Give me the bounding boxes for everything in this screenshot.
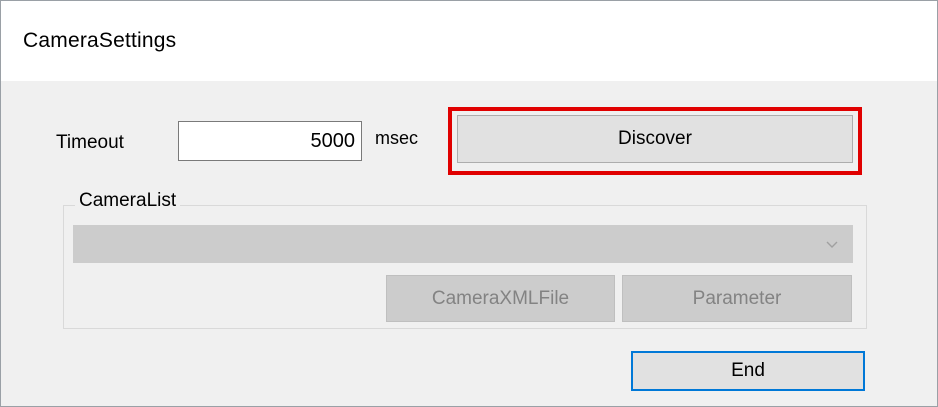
- parameter-button[interactable]: Parameter: [622, 275, 852, 322]
- camera-list-dropdown[interactable]: [73, 225, 853, 263]
- camera-settings-window: CameraSettings Timeout msec Discover Cam…: [0, 0, 938, 407]
- window-title: CameraSettings: [23, 29, 177, 52]
- timeout-input[interactable]: [178, 121, 362, 161]
- camera-list-group-label: CameraList: [75, 190, 181, 212]
- title-bar: CameraSettings: [1, 1, 937, 81]
- timeout-unit-label: msec: [375, 128, 419, 148]
- chevron-down-icon: [826, 241, 838, 248]
- end-button[interactable]: End: [631, 351, 865, 391]
- timeout-label: Timeout: [56, 132, 124, 153]
- discover-button[interactable]: Discover: [457, 115, 853, 163]
- camera-xml-file-button[interactable]: CameraXMLFile: [386, 275, 615, 322]
